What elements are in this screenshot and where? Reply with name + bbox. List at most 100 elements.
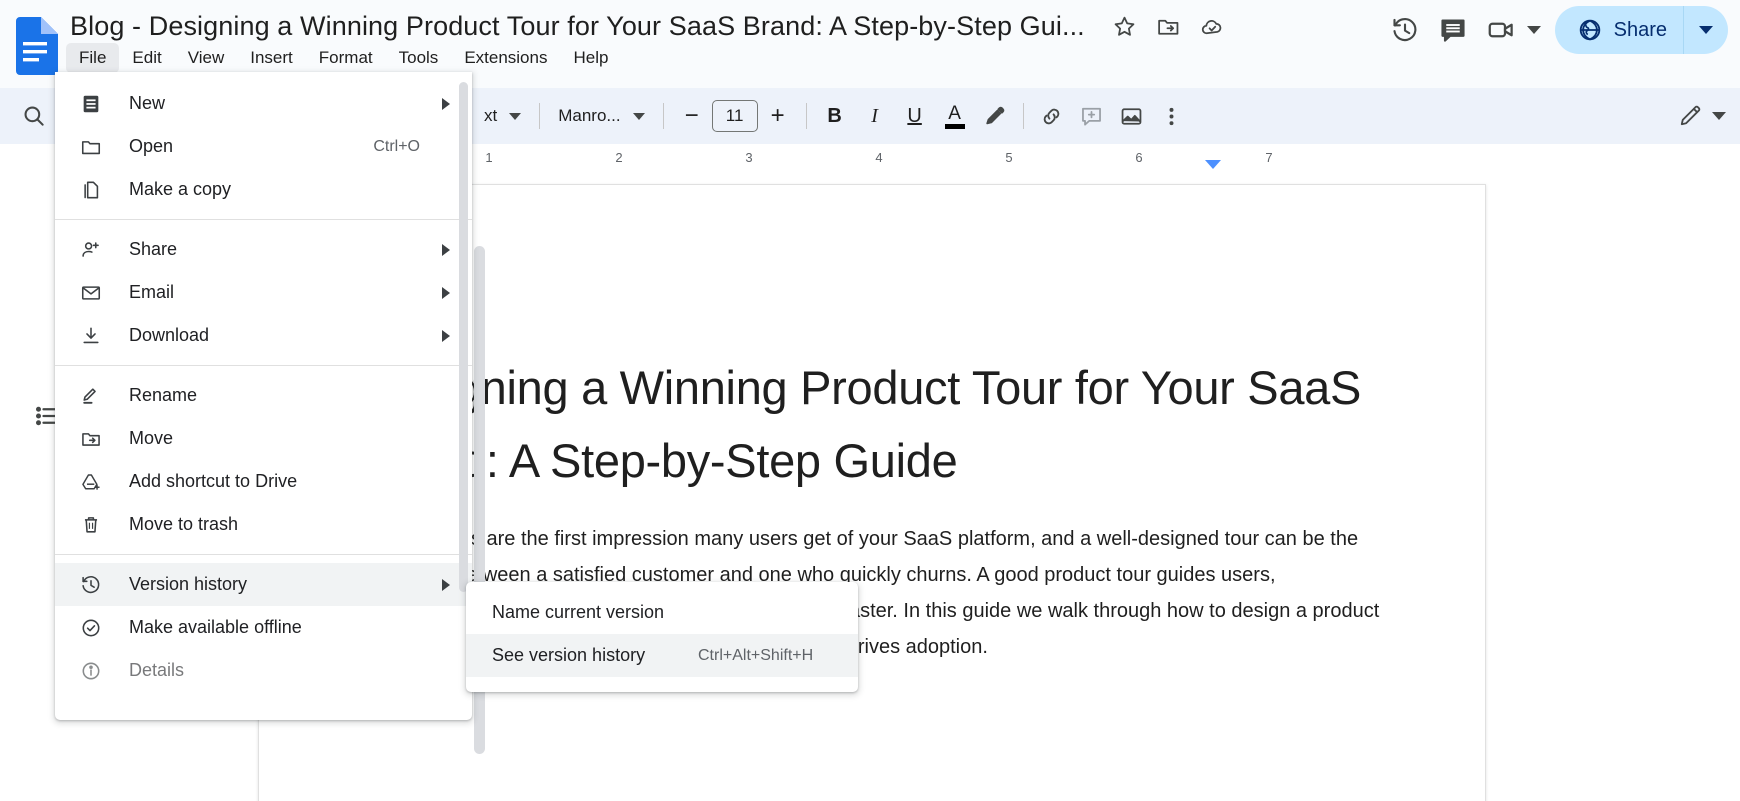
file-menu-item-download[interactable]: Download <box>55 314 472 357</box>
bold-icon[interactable]: B <box>815 96 855 136</box>
file-menu-label: Make a copy <box>129 179 231 200</box>
file-menu-item-make-available-offline[interactable]: Make available offline <box>55 606 472 649</box>
comment-history-icon[interactable] <box>1429 6 1477 54</box>
increase-font-size-button[interactable]: + <box>758 96 798 136</box>
title-icon-group <box>1112 14 1225 39</box>
download-icon <box>78 323 104 349</box>
file-menu-item-make-a-copy[interactable]: Make a copy <box>55 168 472 211</box>
more-options-icon[interactable] <box>1152 96 1192 136</box>
editing-mode-chevron-down-icon[interactable] <box>1712 112 1726 120</box>
menu-extensions[interactable]: Extensions <box>451 43 560 73</box>
file-menu-accelerator: Ctrl+O <box>373 138 420 156</box>
italic-icon[interactable]: I <box>855 96 895 136</box>
file-menu-item-move-to-trash[interactable]: Move to trash <box>55 503 472 546</box>
file-menu-item-open[interactable]: Open Ctrl+O <box>55 125 472 168</box>
font-family-value: Manro... <box>558 106 620 126</box>
text-color-icon[interactable]: A <box>935 96 975 136</box>
file-menu-item-add-shortcut-to-drive[interactable]: Add shortcut to Drive <box>55 460 472 503</box>
ruler-mark-2: 2 <box>615 150 622 165</box>
file-menu-item-share[interactable]: Share <box>55 228 472 271</box>
file-menu-item-rename[interactable]: Rename <box>55 374 472 417</box>
paragraph-style-dropdown[interactable]: xt <box>474 96 531 136</box>
chevron-down-icon <box>509 113 521 120</box>
google-docs-window: Blog - Designing a Winning Product Tour … <box>0 0 1740 801</box>
file-menu-label: Make available offline <box>129 617 302 638</box>
decrease-font-size-button[interactable]: − <box>672 96 712 136</box>
add-comment-icon[interactable] <box>1072 96 1112 136</box>
divider <box>539 103 540 129</box>
folder-open-icon <box>78 134 104 160</box>
menu-help[interactable]: Help <box>560 43 621 73</box>
google-docs-logo[interactable] <box>12 17 58 75</box>
file-menu-label: Move <box>129 428 173 449</box>
file-menu-item-new[interactable]: New <box>55 82 472 125</box>
search-icon[interactable] <box>14 96 54 136</box>
star-icon[interactable] <box>1112 14 1137 39</box>
file-menu-item-move[interactable]: Move <box>55 417 472 460</box>
paragraph-style-value: xt <box>484 106 497 126</box>
version-history-icon <box>78 572 104 598</box>
divider <box>663 103 664 129</box>
menu-edit[interactable]: Edit <box>119 43 174 73</box>
menu-insert[interactable]: Insert <box>237 43 306 73</box>
file-menu-label: New <box>129 93 165 114</box>
divider <box>55 219 472 220</box>
editing-mode-icon[interactable] <box>1670 96 1710 136</box>
divider <box>806 103 807 129</box>
person-add-icon <box>78 237 104 263</box>
menu-file[interactable]: File <box>66 43 119 73</box>
file-menu-label: Move to trash <box>129 514 238 535</box>
menu-tools[interactable]: Tools <box>386 43 452 73</box>
meet-chevron-down-icon[interactable] <box>1527 26 1541 34</box>
share-button[interactable]: Share <box>1555 6 1684 54</box>
menu-format[interactable]: Format <box>306 43 386 73</box>
divider <box>55 365 472 366</box>
file-menu-item-version-history[interactable]: Version history <box>55 563 472 606</box>
file-menu-label: Download <box>129 325 209 346</box>
move-folder-icon <box>78 426 104 452</box>
menu-view[interactable]: View <box>175 43 238 73</box>
underline-icon[interactable]: U <box>895 96 935 136</box>
ruler-mark-5: 5 <box>1005 150 1012 165</box>
file-menu-label: Email <box>129 282 174 303</box>
file-menu-label: Open <box>129 136 173 157</box>
submenu-arrow-icon <box>442 287 450 299</box>
file-menu-label: Share <box>129 239 177 260</box>
ruler-mark-3: 3 <box>745 150 752 165</box>
insert-link-icon[interactable] <box>1032 96 1072 136</box>
version-history-submenu: Name current version See version history… <box>466 582 858 692</box>
drive-shortcut-icon <box>78 469 104 495</box>
move-to-folder-icon[interactable] <box>1156 14 1181 39</box>
file-menu-scrollbar[interactable] <box>459 82 468 592</box>
ruler-mark-4: 4 <box>875 150 882 165</box>
document-heading[interactable]: Designing a Winning Product Tour for You… <box>362 351 1392 497</box>
submenu-item-name-current-version[interactable]: Name current version <box>466 591 858 634</box>
menu-bar: File Edit View Insert Format Tools Exten… <box>66 43 621 73</box>
file-menu-label: Details <box>129 660 184 681</box>
font-family-dropdown[interactable]: Manro... <box>548 96 654 136</box>
version-history-icon[interactable] <box>1381 6 1429 54</box>
file-menu-label: Add shortcut to Drive <box>129 471 297 492</box>
file-menu-item-email[interactable]: Email <box>55 271 472 314</box>
file-menu-item-details[interactable]: Details <box>55 649 472 692</box>
submenu-item-see-version-history[interactable]: See version history Ctrl+Alt+Shift+H <box>466 634 858 677</box>
meet-camera-icon[interactable] <box>1477 6 1525 54</box>
details-icon <box>78 658 104 684</box>
envelope-icon <box>78 280 104 306</box>
submenu-arrow-icon <box>442 244 450 256</box>
share-chevron-down-icon[interactable] <box>1684 6 1728 54</box>
text-color-swatch <box>945 124 965 129</box>
cloud-saved-icon[interactable] <box>1200 14 1225 39</box>
highlight-color-icon[interactable] <box>975 96 1015 136</box>
insert-image-icon[interactable] <box>1112 96 1152 136</box>
plus-icon: + <box>771 106 785 126</box>
submenu-label: Name current version <box>492 602 664 623</box>
toolbar-right <box>1670 92 1726 140</box>
left-indent-marker[interactable] <box>1205 160 1221 169</box>
divider <box>1023 103 1024 129</box>
offline-check-icon <box>78 615 104 641</box>
font-size-input[interactable]: 11 <box>712 100 758 132</box>
minus-icon: − <box>685 106 699 126</box>
document-title[interactable]: Blog - Designing a Winning Product Tour … <box>70 5 1085 47</box>
submenu-arrow-icon <box>442 98 450 110</box>
